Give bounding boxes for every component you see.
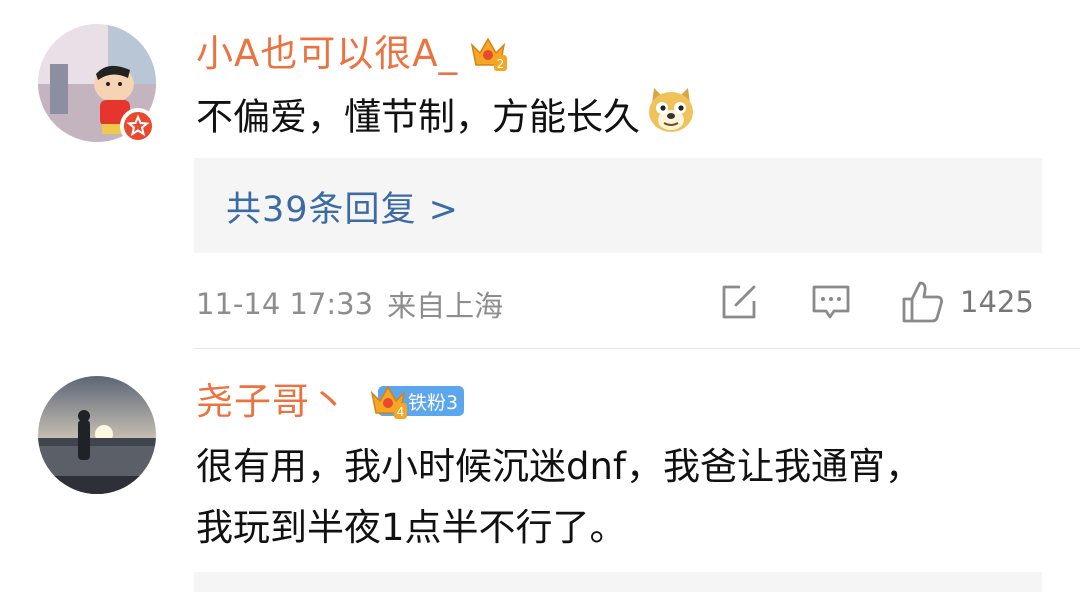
svg-text:2: 2 <box>497 57 505 71</box>
comment-meta: 11-14 17:33 来自上海 <box>196 284 503 324</box>
like-button[interactable]: 1425 <box>900 279 1034 325</box>
comment-text-line: 很有用，我小时候沉迷dnf，我爸让我通宵， <box>196 445 922 488</box>
comment-button[interactable] <box>810 281 852 323</box>
comment-item: 尧子哥丶 4 铁粉3 很有用，我小时候沉迷dnf，我爸让我通宵， 我玩到半夜1点… <box>0 350 1080 592</box>
like-count: 1425 <box>960 285 1034 319</box>
view-replies-link[interactable]: 共39条回复 > <box>226 181 459 232</box>
username[interactable]: 小A也可以很A_ <box>196 35 458 72</box>
comment-header: 尧子哥丶 4 铁粉3 <box>196 378 465 424</box>
comment-text: 很有用，我小时候沉迷dnf，我爸让我通宵， 我玩到半夜1点半不行了。 <box>196 436 922 558</box>
divider <box>194 348 1080 349</box>
share-button[interactable] <box>718 281 760 323</box>
svg-text:4: 4 <box>397 405 405 419</box>
comment-header: 小A也可以很A_ 2 <box>196 30 508 76</box>
location: 来自上海 <box>387 289 504 323</box>
doge-emoji-icon <box>646 86 696 152</box>
timestamp: 11-14 17:33 <box>196 287 374 321</box>
username[interactable]: 尧子哥丶 <box>196 383 348 420</box>
comment-item: 小A也可以很A_ 2 不偏爱，懂节制，方能长久 共39条回复 > 11-14 1… <box>0 0 1080 350</box>
share-icon <box>722 285 756 319</box>
crown-badge-icon: 2 <box>468 33 508 73</box>
replies-box[interactable] <box>194 572 1042 592</box>
comment-actions: 1425 <box>718 278 1034 326</box>
verified-badge-icon <box>120 108 156 144</box>
avatar[interactable] <box>38 376 156 494</box>
crown-badge-icon: 4 <box>368 381 408 421</box>
comment-text-line: 我玩到半夜1点半不行了。 <box>196 506 627 549</box>
comment-text: 不偏爱，懂节制，方能长久 <box>196 86 696 152</box>
comment-icon <box>812 285 850 319</box>
thumbs-up-icon <box>902 281 943 323</box>
replies-box[interactable]: 共39条回复 > <box>194 158 1042 253</box>
